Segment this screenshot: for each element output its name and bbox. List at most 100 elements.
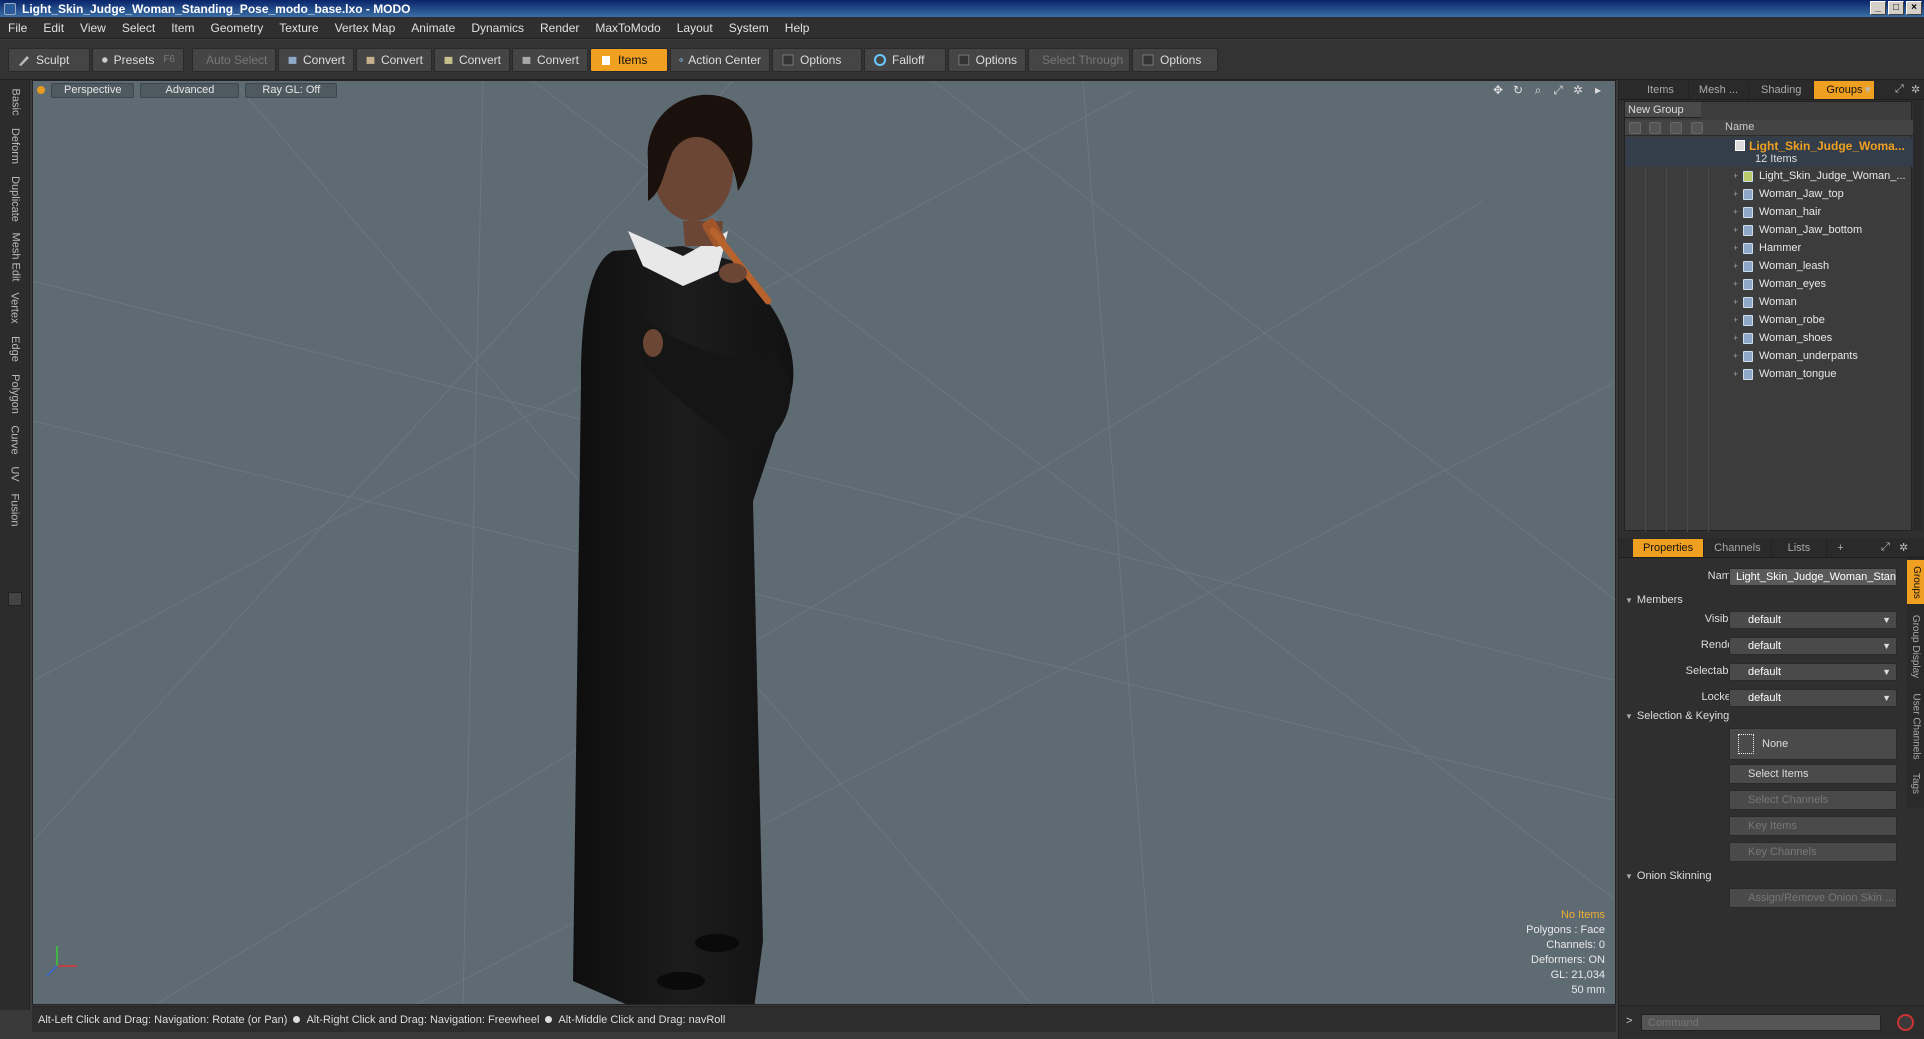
tree-item[interactable]: + Woman_Jaw_top [1625,186,1913,204]
expand-icon[interactable]: + [1733,207,1738,217]
expand-icon[interactable]: + [1733,225,1738,235]
options-button-2[interactable]: Options [948,47,1026,72]
side-tab-groups[interactable]: Groups [1907,560,1924,604]
onion-skinning-section[interactable]: ▼ Onion Skinning [1625,870,1712,882]
rotate-icon[interactable]: ↻ [1511,83,1525,97]
menu-help[interactable]: Help [777,17,818,39]
key-items-button[interactable]: Key Items [1729,816,1897,836]
expand-icon[interactable]: + [1733,261,1738,271]
new-group-button[interactable]: New Group [1625,102,1701,118]
tab-polygon[interactable]: Polygon [4,370,26,418]
tree-item[interactable]: + Hammer [1625,240,1913,258]
tree-item[interactable]: + Woman_underpants [1625,348,1913,366]
auto-select-button[interactable]: Auto Select [192,47,276,72]
menu-edit[interactable]: Edit [35,17,72,39]
side-tab-user-channels[interactable]: User Channels [1907,688,1924,764]
gear-icon[interactable]: ✲ [1899,541,1908,554]
maximize-panel-icon[interactable]: ⤢ [1881,541,1890,554]
menu-animate[interactable]: Animate [403,17,463,39]
tab-items[interactable]: Items [1633,80,1689,99]
convert-button-3[interactable]: Convert [434,47,510,72]
expand-icon[interactable]: + [1733,369,1738,379]
select-icon[interactable] [1691,122,1703,134]
tab-mesh[interactable]: Mesh ... [1689,80,1750,99]
close-button[interactable]: × [1906,1,1922,15]
locked-dropdown[interactable]: default ▼ [1729,689,1897,707]
options-button-1[interactable]: Options [772,47,862,72]
tree-item[interactable]: + Woman_Jaw_bottom [1625,222,1913,240]
lock-icon[interactable] [1670,122,1682,134]
fit-icon[interactable]: ⤢ [1551,83,1565,97]
tab-vertex[interactable]: Vertex [4,288,26,328]
select-items-button[interactable]: Select Items [1729,764,1897,784]
expand-icon[interactable] [8,592,22,606]
command-input[interactable] [1641,1014,1881,1031]
tab-curve[interactable]: Curve [4,422,26,458]
tab-channels[interactable]: Channels [1704,538,1772,557]
expand-icon[interactable]: + [1733,333,1738,343]
action-center-button[interactable]: Action Center [670,47,770,72]
menu-system[interactable]: System [721,17,777,39]
menu-select[interactable]: Select [114,17,163,39]
expand-icon[interactable]: + [1733,351,1738,361]
expand-icon[interactable]: + [1733,297,1738,307]
tree-item[interactable]: + Woman_eyes [1625,276,1913,294]
tab-uv[interactable]: UV [4,462,26,486]
tab-edge[interactable]: Edge [4,332,26,366]
view-type-dropdown[interactable]: Perspective [51,82,135,98]
items-mode-button[interactable]: Items [590,47,668,72]
menu-maxtomodo[interactable]: MaxToModo [587,17,668,39]
convert-button-4[interactable]: Convert [512,47,588,72]
menu-item[interactable]: Item [163,17,202,39]
group-row[interactable]: Light_Skin_Judge_Woma... 12 Items [1625,137,1913,167]
gear-icon[interactable]: ✲ [1911,83,1920,96]
chevron-right-icon[interactable]: ▸ [1591,83,1605,97]
tree-item[interactable]: + Woman [1625,294,1913,312]
expand-icon[interactable]: + [1733,189,1738,199]
expand-icon[interactable]: + [1733,315,1738,325]
tab-fusion[interactable]: Fusion [4,490,26,530]
tree-item[interactable]: + Woman_tongue [1625,366,1913,384]
3d-viewport[interactable]: Perspective Advanced Ray GL: Off ✥ ↻ ⌕ ⤢… [32,80,1616,1005]
zoom-icon[interactable]: ⌕ [1531,83,1545,97]
tree-item[interactable]: + Woman_leash [1625,258,1913,276]
none-button[interactable]: None [1729,728,1897,760]
visibility-eye-icon[interactable] [1629,122,1641,134]
key-channels-button[interactable]: Key Channels [1729,842,1897,862]
options-button-3[interactable]: Options [1132,47,1218,72]
tree-item[interactable]: + Light_Skin_Judge_Woman_... [1625,168,1913,186]
side-tab-tags[interactable]: Tags [1907,768,1924,798]
tab-mesh-edit[interactable]: Mesh Edit [4,230,26,284]
gear-icon[interactable]: ✲ [1571,83,1585,97]
menu-layout[interactable]: Layout [669,17,721,39]
record-macro-icon[interactable] [1897,1014,1914,1031]
tab-deform[interactable]: Deform [4,124,26,168]
convert-button-1[interactable]: Convert [278,47,354,72]
expand-icon[interactable]: + [1733,279,1738,289]
maximize-panel-icon[interactable]: ⤢ [1895,83,1904,96]
tree-item[interactable]: + Woman_robe [1625,312,1913,330]
tab-lists[interactable]: Lists [1772,538,1828,557]
menu-texture[interactable]: Texture [271,17,326,39]
pan-icon[interactable]: ✥ [1491,83,1505,97]
tab-shading[interactable]: Shading [1749,80,1815,99]
tab-basic[interactable]: Basic [4,84,26,120]
expand-icon[interactable]: + [1733,243,1738,253]
render-dropdown[interactable]: default ▼ [1729,637,1897,655]
assign-onion-skin-button[interactable]: Assign/Remove Onion Skin ... [1729,888,1897,908]
falloff-button[interactable]: Falloff [864,47,946,72]
selectable-dropdown[interactable]: default ▼ [1729,663,1897,681]
minimize-button[interactable]: _ [1870,1,1886,15]
members-section[interactable]: ▼ Members [1625,594,1683,606]
tab-properties[interactable]: Properties [1633,538,1705,557]
tab-duplicate[interactable]: Duplicate [4,172,26,226]
menu-dynamics[interactable]: Dynamics [463,17,532,39]
presets-button[interactable]: Presets F6 [92,47,184,72]
menu-render[interactable]: Render [532,17,587,39]
select-channels-button[interactable]: Select Channels [1729,790,1897,810]
menu-file[interactable]: File [0,17,35,39]
groups-scrollbar[interactable] [1913,101,1923,531]
tree-item[interactable]: + Woman_hair [1625,204,1913,222]
menu-geometry[interactable]: Geometry [203,17,272,39]
expand-icon[interactable]: + [1733,171,1738,181]
